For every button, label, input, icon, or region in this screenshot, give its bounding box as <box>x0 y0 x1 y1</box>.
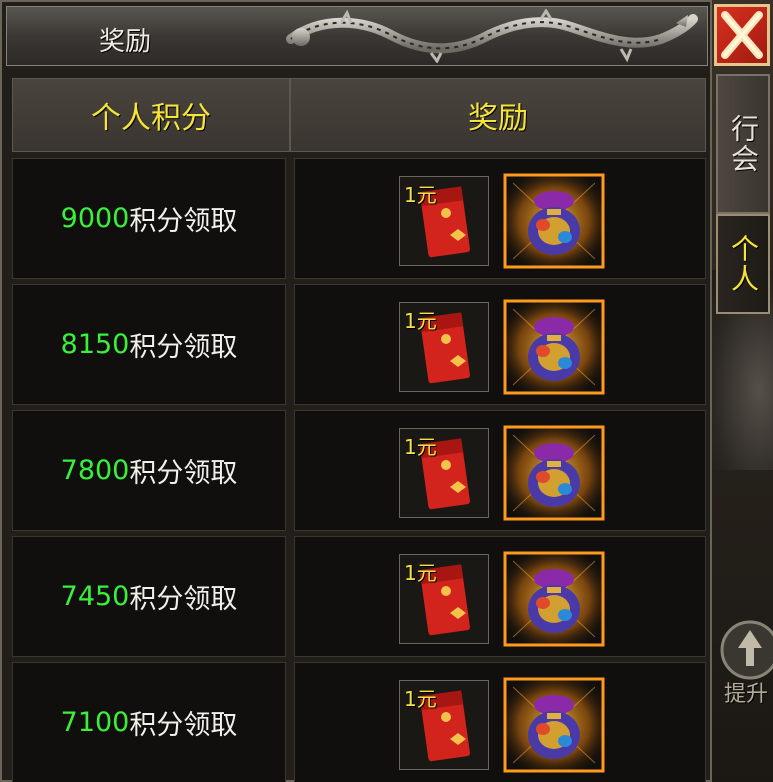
claim-label: 积分领取 <box>129 332 238 363</box>
claim-label: 积分领取 <box>129 584 238 615</box>
window-title: 奖励 <box>99 27 152 57</box>
reward-cell: 1元 <box>294 410 706 531</box>
arrow-up-icon <box>720 620 773 680</box>
table-row: 7450 积分领取 1元 <box>12 536 708 657</box>
title-bar: 奖励 <box>6 6 708 66</box>
points-value: 7100 <box>60 707 130 738</box>
claim-points-cell[interactable]: 7100 积分领取 <box>12 662 286 782</box>
points-value: 7800 <box>60 455 130 486</box>
upgrade-label: 提升 <box>724 682 769 707</box>
treasure-bag-icon[interactable] <box>503 173 605 269</box>
red-envelope-amount: 1元 <box>404 561 437 585</box>
red-envelope-item[interactable]: 1元 <box>399 554 489 644</box>
reward-cell: 1元 <box>294 536 706 657</box>
points-value: 8150 <box>60 329 130 360</box>
dragon-ornament-icon <box>286 9 698 63</box>
upgrade-button[interactable]: 提升 <box>712 612 773 712</box>
reward-cell: 1元 <box>294 662 706 782</box>
treasure-bag-icon[interactable] <box>503 299 605 395</box>
claim-points-cell[interactable]: 7450 积分领取 <box>12 536 286 657</box>
treasure-bag-icon[interactable] <box>503 425 605 521</box>
table-row: 9000 积分领取 1元 <box>12 158 708 279</box>
red-envelope-item[interactable]: 1元 <box>399 176 489 266</box>
table-row: 7100 积分领取 1元 <box>12 662 708 782</box>
table-header: 个人积分 奖励 <box>12 78 706 154</box>
red-envelope-item[interactable]: 1元 <box>399 428 489 518</box>
claim-points-cell[interactable]: 8150 积分领取 <box>12 284 286 405</box>
points-value: 9000 <box>60 203 130 234</box>
close-icon <box>721 11 763 59</box>
reward-list: 9000 积分领取 1元 8150 积分领取 1元 7800 积分领取 1元 7… <box>12 158 708 782</box>
table-row: 7800 积分领取 1元 <box>12 410 708 531</box>
claim-label: 积分领取 <box>129 710 238 741</box>
reward-panel: 奖励 个人积分 奖励 9000 积分领取 1元 8150 积分领取 1元 780… <box>0 0 712 782</box>
claim-points-cell[interactable]: 7800 积分领取 <box>12 410 286 531</box>
treasure-bag-icon[interactable] <box>503 551 605 647</box>
tab-personal[interactable]: 个人 <box>716 214 770 314</box>
red-envelope-item[interactable]: 1元 <box>399 680 489 770</box>
red-envelope-amount: 1元 <box>404 309 437 333</box>
red-envelope-item[interactable]: 1元 <box>399 302 489 392</box>
red-envelope-amount: 1元 <box>404 687 437 711</box>
table-row: 8150 积分领取 1元 <box>12 284 708 405</box>
claim-label: 积分领取 <box>129 458 238 489</box>
header-personal-points: 个人积分 <box>12 78 290 152</box>
treasure-bag-icon[interactable] <box>503 677 605 773</box>
red-envelope-amount: 1元 <box>404 183 437 207</box>
points-value: 7450 <box>60 581 130 612</box>
tab-guild[interactable]: 行会 <box>716 74 770 214</box>
red-envelope-amount: 1元 <box>404 435 437 459</box>
header-reward: 奖励 <box>290 78 706 152</box>
reward-cell: 1元 <box>294 158 706 279</box>
claim-label: 积分领取 <box>129 206 238 237</box>
reward-screen: 奖励 个人积分 奖励 9000 积分领取 1元 8150 积分领取 1元 780… <box>0 0 773 782</box>
reward-cell: 1元 <box>294 284 706 405</box>
close-button[interactable] <box>714 4 770 66</box>
claim-points-cell[interactable]: 9000 积分领取 <box>12 158 286 279</box>
